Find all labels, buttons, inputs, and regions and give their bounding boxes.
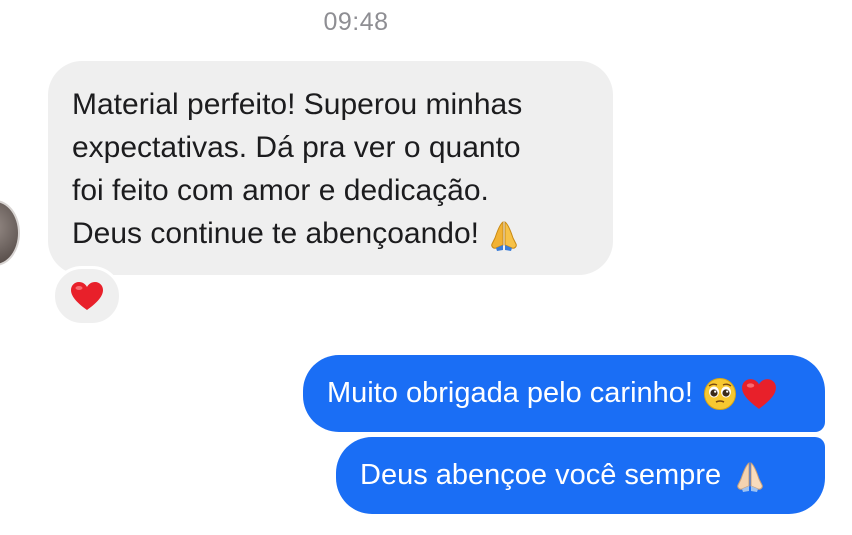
incoming-message-line: Material perfeito! Superou minhas	[72, 88, 523, 121]
folded-hands-icon	[487, 218, 521, 252]
message-reaction[interactable]	[52, 266, 122, 326]
incoming-message-line: expectativas. Dá pra ver o quanto	[72, 131, 521, 164]
incoming-message-line: Deus continue te abençoando!	[72, 217, 479, 250]
folded-hands-icon	[733, 459, 767, 493]
message-timestamp: 09:48	[323, 8, 389, 36]
outgoing-message-text: Muito obrigada pelo carinho!	[327, 377, 693, 409]
red-heart-icon	[70, 281, 104, 311]
incoming-message-line: foi feito com amor e dedicação.	[72, 174, 489, 207]
contact-avatar[interactable]	[0, 200, 20, 266]
outgoing-message-text: Deus abençoe você sempre	[360, 459, 722, 491]
incoming-message-bubble[interactable]: Material perfeito! Superou minhas expect…	[48, 61, 613, 275]
red-heart-icon	[741, 378, 777, 410]
outgoing-message-bubble[interactable]: Deus abençoe você sempre	[336, 437, 825, 514]
chat-screen: 09:48 Material perfeito! Superou minhas …	[0, 0, 852, 535]
pleading-face-icon	[703, 377, 737, 411]
outgoing-message-bubble[interactable]: Muito obrigada pelo carinho!	[303, 355, 825, 432]
